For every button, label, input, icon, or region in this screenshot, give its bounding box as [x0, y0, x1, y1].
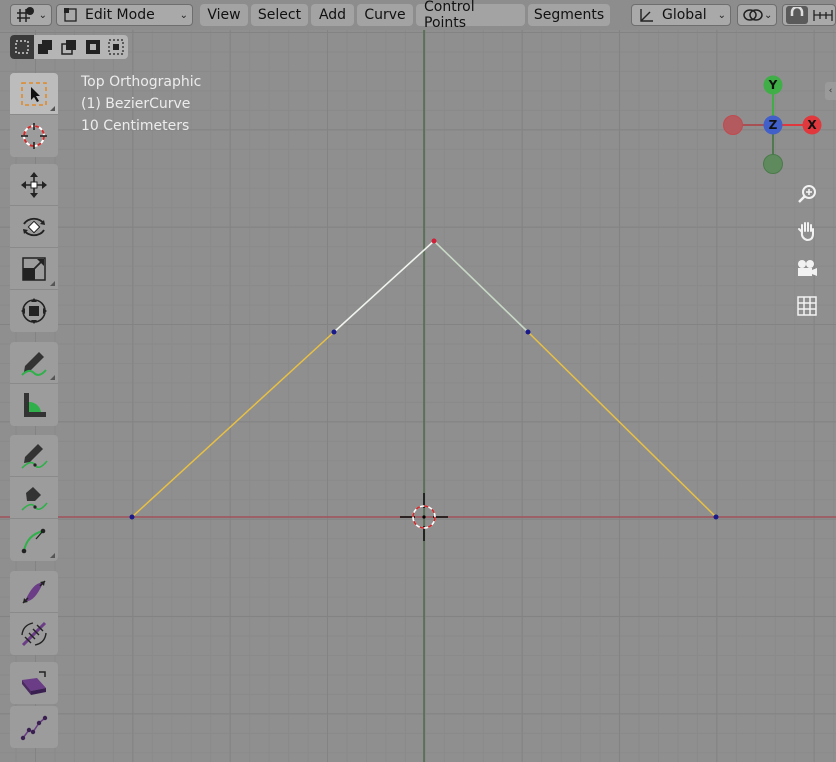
pivot-dropdown[interactable]: ⌄ — [737, 4, 777, 26]
menu-view[interactable]: View — [200, 4, 248, 26]
sidebar-toggle-tab[interactable]: ‹ — [825, 82, 836, 100]
transform-orientation-dropdown[interactable]: Global ⌄ — [631, 4, 731, 26]
select-mode-group — [10, 35, 128, 59]
move-tool[interactable] — [10, 164, 58, 206]
tool-variants-indicator — [50, 375, 55, 380]
select-box-icon — [21, 81, 47, 106]
3d-viewport[interactable]: Y X Z — [0, 0, 836, 762]
select-mode-extend[interactable] — [34, 35, 58, 59]
toolbar-group-select — [10, 73, 58, 157]
toolbar-group-randomize — [10, 706, 58, 748]
toolbar-group-transform — [10, 164, 58, 332]
hand-pan-icon[interactable] — [794, 218, 820, 244]
snap-toggle-group[interactable] — [782, 4, 836, 26]
orientation-icon — [632, 6, 662, 24]
radius-tool[interactable] — [10, 613, 58, 655]
menu-add[interactable]: Add — [311, 4, 354, 26]
extrude-tool[interactable] — [10, 662, 58, 704]
3d-cursor-icon[interactable] — [400, 493, 448, 541]
chevron-down-icon: ⌄ — [179, 9, 188, 21]
viewport-scene: Y X Z — [0, 30, 836, 762]
handle-segment-left — [333, 240, 435, 333]
menu-control-points[interactable]: Control Points — [416, 0, 525, 31]
draw-tool[interactable] — [10, 435, 58, 477]
rotate-icon — [23, 217, 45, 236]
extrude-icon — [22, 671, 46, 695]
viewport-header: ⌄ Edit Mode ⌄ View Select Add Curve Cont… — [0, 0, 836, 31]
view-name-label: Top Orthographic — [81, 74, 202, 90]
control-point-active[interactable] — [431, 238, 437, 244]
select-box-tool[interactable] — [10, 73, 58, 115]
toolbar-group-annotate — [10, 342, 58, 426]
transform-tool[interactable] — [10, 290, 58, 332]
toolbar-group-tilt — [10, 571, 58, 655]
control-point[interactable] — [331, 329, 337, 335]
chevron-down-icon: ⌄ — [764, 9, 773, 21]
curve-pen-tool[interactable] — [10, 519, 58, 561]
object-name-label: (1) BezierCurve — [81, 96, 191, 112]
mode-label: Edit Mode — [85, 7, 155, 23]
radius-icon — [21, 621, 47, 647]
scale-icon — [22, 256, 46, 281]
magnet-icon[interactable] — [786, 6, 808, 24]
orientation-label: Global — [662, 7, 707, 23]
menu-select[interactable]: Select — [251, 4, 308, 26]
control-point[interactable] — [525, 329, 531, 335]
curve-segment-left — [131, 331, 335, 518]
randomize-icon — [20, 715, 48, 741]
gizmo-z-label: Z — [769, 118, 778, 132]
curve-segment-right — [527, 331, 717, 518]
control-point[interactable] — [129, 514, 135, 520]
toolbar-group-extrude — [10, 662, 58, 704]
scale-tool[interactable] — [10, 248, 58, 290]
gizmo-neg-x[interactable] — [723, 115, 743, 135]
grid-scale-label: 10 Centimeters — [81, 118, 190, 134]
gizmo-x-label: X — [807, 118, 817, 132]
toolbar-group-draw — [10, 435, 58, 561]
curve-pen-icon — [21, 528, 46, 554]
select-mode-set[interactable] — [10, 35, 34, 59]
select-mode-difference[interactable] — [81, 35, 105, 59]
pen-icon — [21, 486, 48, 511]
annotate-icon — [21, 351, 47, 376]
cursor-icon — [21, 123, 47, 149]
chevron-down-icon: ⌄ — [717, 9, 726, 21]
snap-increment-icon[interactable] — [808, 7, 834, 23]
tool-variants-indicator — [50, 106, 55, 111]
menu-segments[interactable]: Segments — [528, 4, 610, 26]
navigation-gizmo[interactable]: Y X Z — [723, 75, 822, 174]
tilt-icon — [22, 579, 46, 604]
editor-type-dropdown[interactable]: ⌄ — [10, 4, 52, 26]
select-mode-subtract[interactable] — [57, 35, 81, 59]
draw-icon — [21, 443, 48, 469]
rotate-tool[interactable] — [10, 206, 58, 248]
gizmo-y-label: Y — [768, 78, 778, 92]
randomize-tool[interactable] — [10, 706, 58, 748]
zoom-icon[interactable] — [794, 181, 820, 207]
edit-mode-icon — [57, 6, 85, 24]
grid-icon[interactable] — [794, 293, 820, 319]
measure-icon — [24, 393, 46, 417]
tool-variants-indicator — [50, 553, 55, 558]
control-point[interactable] — [713, 514, 719, 520]
annotate-tool[interactable] — [10, 342, 58, 384]
link-icon — [738, 6, 764, 24]
mode-dropdown[interactable]: Edit Mode ⌄ — [56, 4, 193, 26]
editor-type-icon — [11, 6, 36, 24]
handle-segment-right — [433, 240, 529, 333]
chevron-down-icon: ⌄ — [38, 9, 47, 21]
menu-curve[interactable]: Curve — [357, 4, 413, 26]
tilt-tool[interactable] — [10, 571, 58, 613]
gizmo-neg-y[interactable] — [763, 154, 783, 174]
pen-tool[interactable] — [10, 477, 58, 519]
cursor-tool[interactable] — [10, 115, 58, 157]
transform-icon — [21, 298, 47, 324]
measure-tool[interactable] — [10, 384, 58, 426]
select-mode-intersect[interactable] — [104, 35, 128, 59]
camera-icon[interactable] — [794, 256, 820, 282]
tool-variants-indicator — [50, 281, 55, 286]
move-icon — [21, 171, 47, 198]
